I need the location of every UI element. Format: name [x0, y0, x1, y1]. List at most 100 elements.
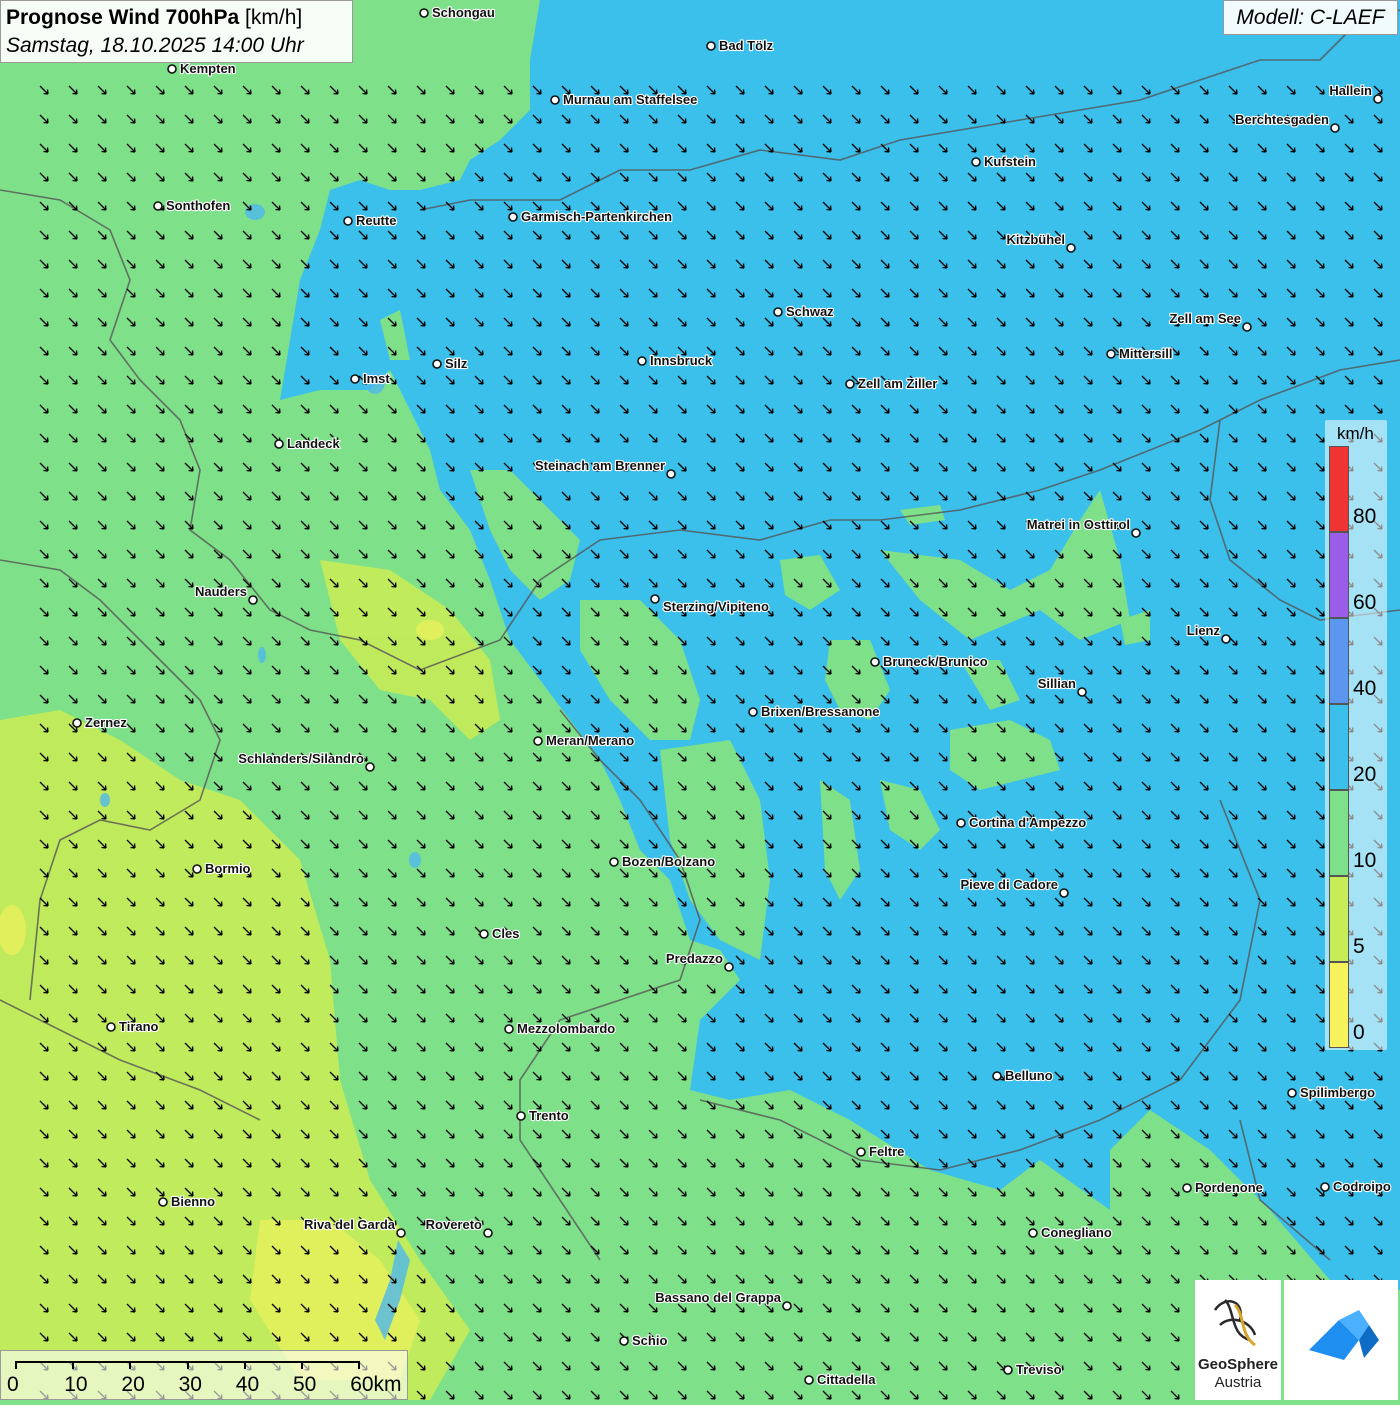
- city-label: Belluno: [1005, 1068, 1053, 1083]
- city-label: Reutte: [356, 213, 396, 228]
- city-dot-icon: [274, 439, 284, 449]
- city-dot-icon: [483, 1228, 493, 1238]
- city-label: Garmisch-Partenkirchen: [521, 209, 672, 224]
- app-logo[interactable]: [1284, 1280, 1398, 1400]
- city-dot-icon: [637, 356, 647, 366]
- city-label: Silz: [445, 356, 468, 371]
- city-marker: Mezzolombardo: [504, 1020, 616, 1037]
- scale-tick: [129, 1361, 132, 1369]
- scale-label: 10: [64, 1373, 88, 1396]
- city-label: Bruneck/Brunico: [883, 654, 988, 669]
- city-label: Spilimbergo: [1300, 1085, 1375, 1100]
- geosphere-logo[interactable]: GeoSphere Austria: [1195, 1280, 1281, 1400]
- map-datetime: Samstag, 18.10.2025 14:00 Uhr: [6, 34, 304, 57]
- city-dot-icon: [1221, 634, 1231, 644]
- city-label: Sillian: [1038, 676, 1076, 691]
- city-dot-icon: [158, 1197, 168, 1207]
- legend-tick-label: 5: [1353, 935, 1365, 958]
- logo-text-austria: Austria: [1214, 1374, 1262, 1391]
- city-dot-icon: [504, 1024, 514, 1034]
- city-dot-icon: [650, 594, 660, 604]
- city-label: Lienz: [1187, 623, 1221, 638]
- city-label: Rovereto: [426, 1217, 482, 1232]
- city-marker: Garmisch-Partenkirchen: [508, 208, 673, 225]
- city-dot-icon: [1077, 687, 1087, 697]
- scale-label: 20: [121, 1373, 145, 1396]
- city-label: Zell am See: [1169, 311, 1241, 326]
- city-dot-icon: [432, 359, 442, 369]
- city-marker: Zell am Ziller: [845, 375, 939, 392]
- city-dot-icon: [350, 374, 360, 384]
- city-marker: Bozen/Bolzano: [609, 853, 716, 870]
- map-title: Prognose Wind 700hPa [km/h]: [6, 3, 347, 32]
- title-text: Prognose Wind 700hPa: [6, 6, 240, 29]
- city-dot-icon: [870, 657, 880, 667]
- legend-swatch: [1329, 790, 1349, 876]
- legend-tick-label: 80: [1353, 505, 1377, 528]
- geosphere-icon: [1213, 1299, 1257, 1347]
- city-dot-icon: [343, 216, 353, 226]
- city-dot-icon: [1320, 1182, 1330, 1192]
- city-label: Berchtesgaden: [1235, 112, 1329, 127]
- city-dot-icon: [956, 818, 966, 828]
- city-dot-icon: [1287, 1088, 1297, 1098]
- city-label: Steinach am Brenner: [535, 458, 665, 473]
- city-dot-icon: [365, 762, 375, 772]
- city-dot-icon: [1330, 123, 1340, 133]
- city-label: Kempten: [180, 61, 236, 76]
- scale-bar: 0 10 20 30 40 50 60km: [0, 1350, 408, 1400]
- city-label: Treviso: [1016, 1362, 1062, 1377]
- city-marker: Bruneck/Brunico: [870, 653, 989, 670]
- logo-text-geosphere: GeoSphere: [1197, 1356, 1279, 1373]
- city-marker: Innsbruck: [637, 352, 714, 369]
- city-label: Sonthofen: [166, 198, 230, 213]
- city-label: Pieve di Cadore: [960, 877, 1058, 892]
- legend-tick-label: 10: [1353, 849, 1377, 872]
- city-dot-icon: [508, 212, 518, 222]
- app-icon: [1309, 1310, 1379, 1360]
- city-dot-icon: [609, 857, 619, 867]
- scale-label: 30: [178, 1373, 202, 1396]
- city-label: Murnau am Staffelsee: [563, 92, 697, 107]
- city-marker: Brixen/Bressanone: [748, 703, 881, 720]
- city-dot-icon: [396, 1228, 406, 1238]
- city-dot-icon: [1182, 1183, 1192, 1193]
- city-label: Kitzbühel: [1007, 232, 1066, 247]
- scale-tick: [243, 1361, 246, 1369]
- city-label: Zell am Ziller: [858, 376, 937, 391]
- city-marker: Pordenone: [1182, 1179, 1264, 1196]
- city-dot-icon: [1131, 528, 1141, 538]
- legend-swatch: [1329, 876, 1349, 962]
- model-label: Modell: C-LAEF: [1223, 0, 1398, 35]
- city-dot-icon: [845, 379, 855, 389]
- legend-tick-label: 0: [1353, 1021, 1365, 1044]
- legend-swatch: [1329, 446, 1349, 532]
- city-label: Landeck: [287, 436, 341, 451]
- city-label: Hallein: [1329, 83, 1372, 98]
- city-dot-icon: [992, 1071, 1002, 1081]
- city-marker: Meran/Merano: [533, 732, 635, 749]
- city-label: Zernez: [85, 715, 127, 730]
- city-dot-icon: [106, 1022, 116, 1032]
- city-dot-icon: [550, 95, 560, 105]
- city-dot-icon: [748, 707, 758, 717]
- city-dot-icon: [192, 864, 202, 874]
- legend-swatch: [1329, 962, 1349, 1048]
- city-label: Bienno: [171, 1194, 215, 1209]
- legend-unit: km/h: [1337, 424, 1374, 443]
- color-legend: km/h 80 60 40 20 10 5 0: [1325, 420, 1387, 1050]
- city-label: Imst: [363, 371, 390, 386]
- city-dot-icon: [248, 595, 258, 605]
- city-dot-icon: [724, 962, 734, 972]
- city-dot-icon: [856, 1147, 866, 1157]
- city-dot-icon: [419, 8, 429, 18]
- city-label: Bozen/Bolzano: [622, 854, 715, 869]
- city-dot-icon: [971, 157, 981, 167]
- city-label: Mezzolombardo: [517, 1021, 615, 1036]
- title-box: Prognose Wind 700hPa [km/h] Samstag, 18.…: [0, 0, 353, 63]
- city-label: Predazzo: [666, 951, 723, 966]
- city-label: Sterzing/Vipiteno: [663, 599, 769, 614]
- city-label: Conegliano: [1041, 1225, 1112, 1240]
- city-label: Meran/Merano: [546, 733, 634, 748]
- scale-tick: [358, 1361, 361, 1369]
